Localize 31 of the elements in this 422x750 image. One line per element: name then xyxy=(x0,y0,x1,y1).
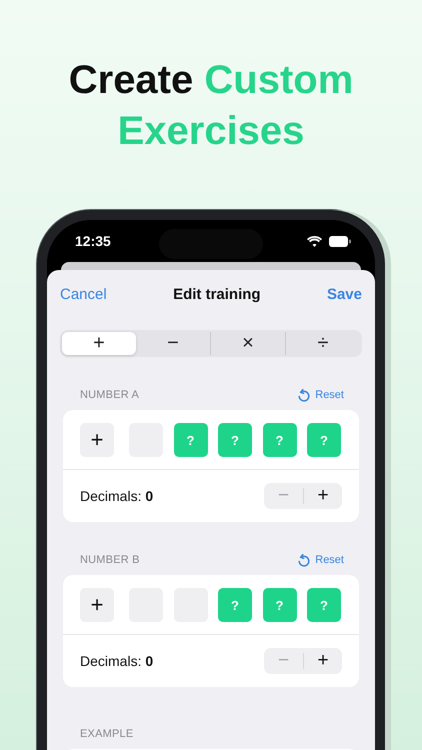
save-button[interactable]: Save xyxy=(326,286,362,302)
section-label: NUMBER A xyxy=(80,389,140,401)
digit-slot[interactable]: ? xyxy=(307,588,341,622)
operation-tab[interactable]: ÷ xyxy=(285,332,360,355)
section-label: EXAMPLE xyxy=(80,728,134,740)
cancel-button[interactable]: Cancel xyxy=(60,286,107,302)
screen-title: Edit training xyxy=(173,286,261,302)
digit-slot[interactable]: ? xyxy=(218,588,252,622)
reset-button[interactable]: Reset xyxy=(298,388,344,402)
operation-tab[interactable]: × xyxy=(210,332,285,355)
section-label: NUMBER B xyxy=(80,554,140,566)
increment-button[interactable]: + xyxy=(303,488,342,504)
digit-slot[interactable]: ? xyxy=(262,588,296,622)
reset-button[interactable]: Reset xyxy=(298,554,344,566)
headline: Create Custom Exercises xyxy=(68,57,354,155)
increment-button[interactable]: + xyxy=(303,653,342,669)
sign-button[interactable]: + xyxy=(80,588,114,622)
reset-icon xyxy=(298,554,310,566)
digit-slot[interactable]: ? xyxy=(307,423,341,457)
digit-slot[interactable]: ? xyxy=(174,423,208,457)
sign-button[interactable]: + xyxy=(80,423,114,457)
digit-slot[interactable]: ? xyxy=(218,423,252,457)
decimals-label: Decimals: 0 xyxy=(80,653,154,669)
reset-icon xyxy=(298,388,310,402)
wifi-icon xyxy=(307,236,322,246)
operation-tab[interactable]: − xyxy=(136,332,210,355)
status-time: 12:35 xyxy=(75,233,111,249)
operation-tab[interactable]: + xyxy=(62,332,136,355)
battery-icon xyxy=(329,236,351,246)
decimals-label: Decimals: 0 xyxy=(80,488,154,504)
digit-slot[interactable]: ? xyxy=(262,423,296,457)
